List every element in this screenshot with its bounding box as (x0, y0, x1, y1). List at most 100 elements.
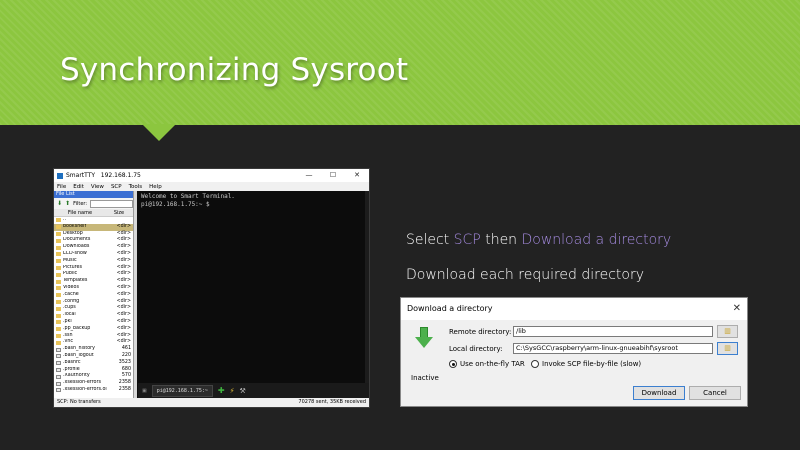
status-right: 70278 sent, 35KB received (298, 399, 366, 405)
new-tab-icon[interactable]: ✚ (218, 386, 225, 395)
file-size: <dir> (116, 325, 131, 331)
file-name: .pki (63, 318, 72, 324)
file-name: Videos (63, 284, 79, 290)
option-on-the-fly-tar[interactable]: Use on-the-fly TAR (449, 360, 525, 368)
file-name: .xsession-errors.old (63, 386, 108, 392)
menu-edit[interactable]: Edit (73, 184, 84, 190)
file-list-toolbar: ⬇ ⬆ Filter: (54, 198, 133, 209)
file-size: 2358 (118, 380, 131, 386)
file-name: Downloads (63, 244, 90, 250)
terminal-output[interactable]: Welcome to Smart Terminal. pi@192.168.1.… (138, 191, 369, 383)
file-list-row[interactable]: .bashrc 3523 (54, 360, 133, 367)
maximize-icon[interactable]: ☐ (321, 169, 345, 182)
file-icon (56, 374, 61, 379)
remote-directory-label: Remote directory: (449, 328, 512, 336)
folder-icon (56, 259, 61, 264)
instruction-highlight-scp: SCP (453, 232, 481, 248)
terminal-tab[interactable]: pi@192.168.1.75:~ (151, 384, 213, 397)
file-list-row[interactable]: Music <dir> (54, 258, 133, 265)
file-list-row[interactable]: bookshelf <dir> (54, 223, 133, 231)
file-list-row[interactable]: .bash_history 461 (54, 346, 133, 353)
browse-local-button[interactable]: ▥ (717, 342, 738, 355)
file-size: 220 (121, 352, 131, 358)
file-name: bookshelf (63, 223, 87, 229)
column-header-name[interactable]: File name (54, 209, 106, 216)
smartty-window: SmartTTY 192.168.1.75 — ☐ ✕ File Edit Vi… (53, 168, 370, 408)
folder-icon (56, 218, 61, 223)
file-icon (56, 367, 61, 372)
file-list-row[interactable]: .xsession-errors 2358 (54, 380, 133, 387)
menu-help[interactable]: Help (149, 184, 162, 190)
file-list-header: File List (54, 191, 133, 198)
file-icon (56, 381, 61, 386)
menu-view[interactable]: View (91, 184, 104, 190)
file-list-row[interactable]: Downloads <dir> (54, 244, 133, 251)
file-list-row[interactable]: .. (54, 217, 133, 224)
file-size: <dir> (116, 291, 131, 297)
app-icon (57, 172, 63, 179)
window-title: SmartTTY 192.168.1.75 (66, 172, 141, 179)
column-header-size[interactable]: Size (106, 209, 132, 216)
file-name: Music (63, 257, 77, 263)
menu-tools[interactable]: Tools (129, 184, 143, 190)
radio-unselected-icon[interactable] (531, 360, 539, 368)
file-list-row[interactable]: Templates <dir> (54, 278, 133, 285)
terminal-line: pi@192.168.1.75:~ $ (141, 201, 210, 208)
file-list-scrollbar[interactable] (134, 191, 137, 398)
file-name: Desktop (63, 230, 83, 236)
folder-icon (56, 265, 61, 270)
upload-arrow-icon[interactable]: ⬆ (65, 200, 70, 207)
download-directory-dialog: Download a directory ✕ Remote directory:… (400, 297, 748, 407)
menu-bar: File Edit View SCP Tools Help (54, 182, 369, 191)
file-list-row[interactable]: Videos <dir> (54, 285, 133, 292)
close-icon[interactable]: ✕ (345, 169, 369, 182)
tool-icon[interactable]: ⚒ (240, 387, 246, 395)
menu-file[interactable]: File (57, 184, 66, 190)
file-icon (56, 361, 61, 366)
folder-icon (56, 272, 61, 277)
folder-icon (56, 238, 61, 243)
option-scp-file-by-file[interactable]: Invoke SCP file-by-file (slow) (531, 360, 641, 368)
option-scp-label: Invoke SCP file-by-file (slow) (542, 360, 642, 368)
terminal-scrollbar[interactable] (365, 191, 369, 383)
file-size (107, 217, 133, 224)
file-list-row[interactable]: .cache <dir> (54, 292, 133, 299)
file-list-row[interactable]: .bash_logout 220 (54, 353, 133, 360)
file-name: .config (63, 298, 80, 304)
download-arrow-icon[interactable]: ⬇ (57, 200, 62, 207)
file-list-row[interactable]: .pp_backup <dir> (54, 326, 133, 333)
file-name: Documents (63, 237, 91, 243)
folder-icon (56, 231, 61, 236)
file-list-row[interactable]: .local <dir> (54, 312, 133, 319)
file-name: .bash_logout (63, 352, 94, 358)
dialog-close-icon[interactable]: ✕ (733, 298, 741, 320)
local-directory-label: Local directory: (449, 345, 503, 353)
folder-icon (56, 340, 61, 345)
minimize-icon[interactable]: — (297, 169, 321, 182)
radio-selected-icon[interactable] (449, 360, 457, 368)
menu-scp[interactable]: SCP (111, 184, 122, 190)
file-list-row[interactable]: .pki <dir> (54, 319, 133, 326)
filter-input[interactable] (90, 199, 133, 208)
status-left: SCP: No transfers (57, 399, 101, 405)
file-list-columns: File name Size (54, 209, 133, 217)
file-list-row[interactable]: LCD-show <dir> (54, 251, 133, 258)
instruction-highlight-download: Download a directory (521, 232, 672, 248)
file-size: <dir> (116, 223, 131, 229)
status-bar: SCP: No transfers 70278 sent, 35KB recei… (54, 398, 369, 407)
file-size: <dir> (116, 244, 131, 250)
download-button[interactable]: Download (633, 386, 685, 400)
file-list-row[interactable]: .xsession-errors.old 2358 (54, 387, 133, 394)
local-directory-input[interactable]: C:\SysGCC\raspberry\arm-linux-gnueabihf\… (513, 343, 713, 354)
browse-remote-button[interactable]: ▥ (717, 325, 738, 338)
remote-directory-input[interactable]: /lib (513, 326, 713, 337)
file-icon (56, 347, 61, 352)
file-size: <dir> (116, 284, 131, 290)
instruction-prefix: Select (406, 232, 454, 248)
file-name: .Xauthority (63, 373, 90, 379)
option-tar-label: Use on-the-fly TAR (460, 360, 525, 368)
lightning-icon[interactable]: ⚡ (230, 387, 235, 395)
cancel-button[interactable]: Cancel (689, 386, 741, 400)
dialog-titlebar: Download a directory ✕ (401, 298, 747, 320)
file-name: .bash_history (63, 346, 95, 352)
